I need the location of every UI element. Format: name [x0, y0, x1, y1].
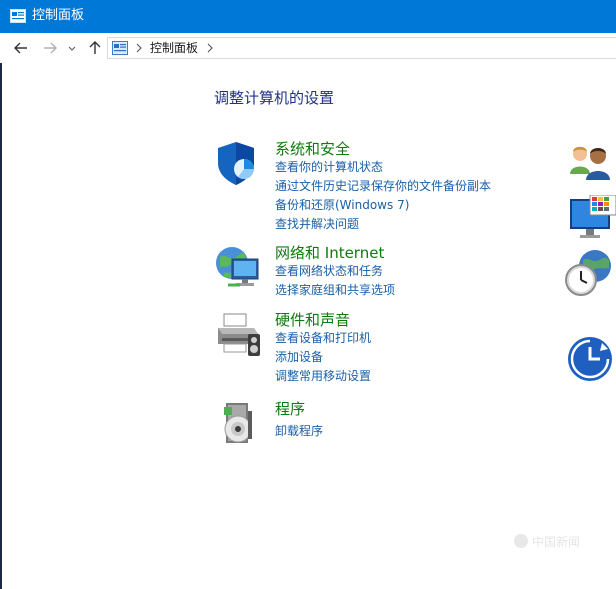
title-bar[interactable]: 控制面板 — [0, 0, 616, 33]
link-uninstall-program[interactable]: 卸载程序 — [275, 423, 323, 440]
appearance-monitor-icon[interactable] — [568, 195, 616, 243]
address-bar[interactable]: 控制面板 — [107, 37, 616, 59]
arrow-left-icon[interactable] — [12, 39, 30, 57]
ease-of-access-icon[interactable] — [566, 335, 614, 383]
clock-globe-icon[interactable] — [565, 250, 613, 298]
category-title-hardware-sound[interactable]: 硬件和声音 — [275, 310, 350, 330]
category-title-system-security[interactable]: 系统和安全 — [275, 139, 350, 159]
link-network-status[interactable]: 查看网络状态和任务 — [275, 263, 383, 280]
control-panel-window: 控制面板 控制面板 调整计算机的设置 系统和安全 查看你的计算机状态 通过文件历… — [0, 0, 616, 589]
control-panel-icon — [10, 9, 26, 23]
link-add-device[interactable]: 添加设备 — [275, 349, 323, 366]
window-edge — [0, 63, 2, 589]
watermark-text: 中国新闻 — [532, 535, 581, 549]
link-mobility-settings[interactable]: 调整常用移动设置 — [275, 368, 371, 385]
arrow-right-icon[interactable] — [41, 39, 59, 57]
printer-icon[interactable] — [214, 310, 262, 358]
link-devices-printers[interactable]: 查看设备和打印机 — [275, 330, 371, 347]
chevron-down-icon[interactable] — [66, 39, 78, 57]
page-title: 调整计算机的设置 — [214, 89, 335, 107]
link-view-computer-status[interactable]: 查看你的计算机状态 — [275, 159, 383, 176]
window-title: 控制面板 — [32, 8, 85, 23]
category-title-programs[interactable]: 程序 — [275, 399, 305, 419]
control-panel-icon — [112, 41, 128, 55]
category-title-network-internet[interactable]: 网络和 Internet — [275, 243, 384, 263]
user-accounts-icon[interactable] — [568, 140, 616, 188]
breadcrumb[interactable]: 控制面板 — [150, 40, 198, 56]
link-file-history-backup[interactable]: 通过文件历史记录保存你的文件备份副本 — [275, 178, 491, 195]
link-troubleshoot[interactable]: 查找并解决问题 — [275, 216, 359, 233]
chevron-right-icon[interactable] — [135, 43, 143, 53]
chevron-right-icon[interactable] — [206, 43, 214, 53]
shield-icon[interactable] — [214, 139, 262, 187]
link-backup-restore[interactable]: 备份和还原(Windows 7) — [275, 197, 409, 214]
watermark-logo-icon — [514, 534, 528, 548]
arrow-up-icon[interactable] — [86, 39, 104, 57]
network-globe-icon[interactable] — [214, 243, 262, 291]
link-homegroup-sharing[interactable]: 选择家庭组和共享选项 — [275, 282, 395, 299]
programs-disc-icon[interactable] — [214, 399, 262, 447]
